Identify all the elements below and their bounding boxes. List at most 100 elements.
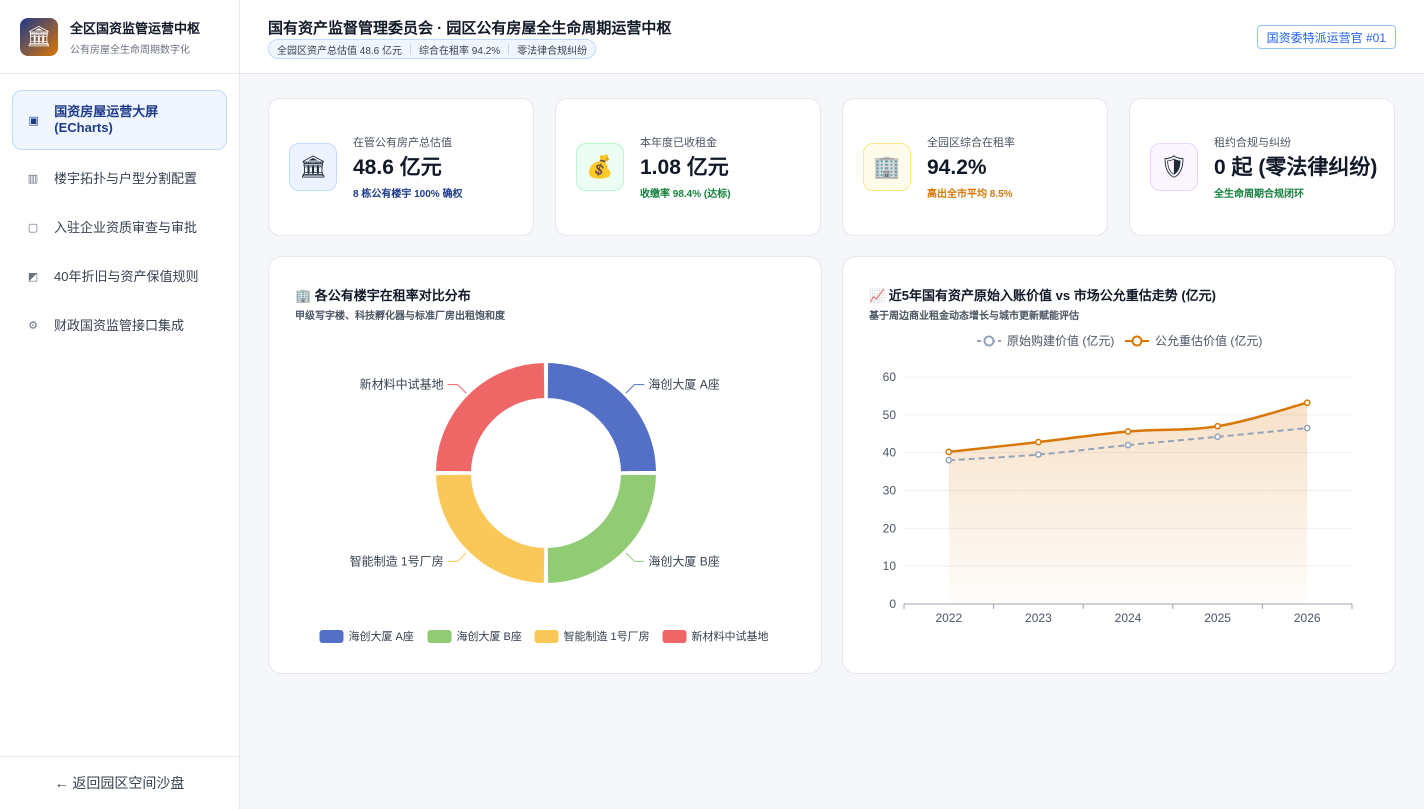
card-title: 📈 近5年国有资产原始入账价值 vs 市场公允重估走势 (亿元) (869, 288, 1216, 303)
legend-label: 智能制造 1号厂房 (564, 629, 650, 643)
pie-label: 新材料中试基地 (360, 377, 444, 392)
y-tick-label: 40 (883, 446, 897, 460)
pie-slice (434, 472, 547, 585)
document-check-icon: ▢ (27, 222, 39, 234)
kpi-value: 1.08 亿元 (640, 156, 729, 179)
legend-label: 原始购建价值 (亿元) (1007, 333, 1114, 348)
sidebar-item-dashboard[interactable]: ▣ 国资房屋运营大屏 (ECharts) (12, 90, 227, 150)
y-tick-label: 30 (883, 484, 897, 498)
occupancy-pie-card: 海创大厦 A座 海创大厦 B座 智能制造 1号厂房 新材料中试基地 海创大厦 A座 海创大… (268, 256, 822, 674)
divider (410, 44, 412, 54)
pie-slice (545, 472, 658, 585)
pie-label-line (447, 384, 467, 394)
header: 国有资产监督管理委员会 · 园区公有房屋全生命周期运营中枢 全园区资产总估值 4… (240, 0, 1424, 74)
data-point (1214, 422, 1221, 430)
pie-label: 智能制造 1号厂房 (350, 553, 444, 568)
legend-label: 新材料中试基地 (692, 629, 769, 643)
data-point (1124, 441, 1132, 449)
sidebar-item-label: 楼宇拓扑与户型分割配置 (54, 170, 198, 186)
sidebar-item-label: 财政国资监管接口集成 (54, 317, 185, 333)
pie-slice (434, 361, 547, 474)
data-point (1303, 399, 1311, 407)
data-point (1035, 451, 1042, 458)
brand-title: 全区国资监管运营中枢 (70, 20, 201, 36)
presentation-icon: ▣ (28, 114, 39, 127)
kpi-label: 本年度已收租金 (640, 137, 717, 149)
y-tick-label: 20 (883, 521, 897, 535)
building-icon: ▥ (27, 173, 39, 185)
y-tick-label: 60 (883, 370, 897, 384)
x-tick-label: 2024 (1115, 611, 1142, 625)
divider (508, 44, 510, 54)
legend-swatch (427, 630, 452, 643)
pie-slice (545, 361, 658, 474)
pie-label: 海创大厦 B座 (648, 553, 719, 568)
sidebar-item-depreciation[interactable]: ◩ 40年折旧与资产保值规则 (12, 252, 227, 301)
gear-icon: ⚙ (28, 320, 38, 332)
legend-label: 公允重估价值 (亿元) (1155, 333, 1262, 348)
kpi-note: 8 栋公有楼宇 100% 确权 (353, 189, 463, 200)
chart-icon: ◩ (27, 271, 39, 283)
sidebar-item-finance-api[interactable]: ⚙ 财政国资监管接口集成 (12, 301, 227, 350)
kpi-note: 高出全市平均 8.5% (927, 189, 1013, 200)
kpi-card-occupancy: 🏢 全园区综合在租率 94.2% 高出全市平均 8.5% (842, 98, 1108, 236)
sidebar-item-tenant-review[interactable]: ▢ 入驻企业资质审查与审批 (12, 203, 227, 252)
y-tick-label: 50 (883, 408, 897, 422)
valuation-line-card: 0 10 20 30 40 50 60 2022 2023 2024 2025 2026 原始购建价值 … (842, 256, 1396, 674)
data-point (1124, 428, 1132, 435)
x-tick-label: 2022 (935, 611, 962, 625)
legend-swatch (319, 630, 344, 643)
data-point (945, 448, 953, 456)
card-subtitle: 基于周边商业租金动态增长与城市更新赋能评估 (869, 311, 1079, 322)
sidebar-item-label: 国资房屋运营大屏 (ECharts) (54, 104, 159, 135)
kpi-value: 94.2% (927, 156, 987, 179)
kpi-label: 租约合规与纠纷 (1214, 137, 1291, 149)
kpi-card-valuation: 🏛 在管公有房产总估值 48.6 亿元 8 栋公有楼宇 100% 确权 (268, 98, 534, 236)
operator-badge[interactable]: 国资委特派运营官 #01 (1256, 25, 1396, 49)
sidebar-item-label: 40年折旧与资产保值规则 (54, 268, 199, 284)
kpi-card-rent: 💰 本年度已收租金 1.08 亿元 收缴率 98.4% (达标) (555, 98, 821, 236)
legend-label: 海创大厦 A座 (349, 629, 414, 643)
data-point (945, 456, 953, 464)
kpi-note: 全生命周期合规闭环 (1214, 189, 1304, 200)
bank-icon: 🏛 (289, 143, 337, 191)
office-building-icon: 🏢 (863, 143, 911, 191)
header-stats: 全园区资产总估值 48.6 亿元 综合在租率 94.2% 零法律合规纠纷 (268, 39, 597, 59)
brand-subtitle: 公有房屋全生命周期数字化 (70, 44, 190, 56)
back-to-sandbox-link[interactable]: ← 返回园区空间沙盘 (0, 756, 239, 809)
brand: 🏛 全区国资监管运营中枢 公有房屋全生命周期数字化 (0, 0, 239, 74)
y-tick-label: 10 (883, 559, 897, 573)
legend-marker (1131, 335, 1143, 347)
page-title: 国有资产监督管理委员会 · 园区公有房屋全生命周期运营中枢 (268, 20, 672, 37)
money-bag-icon: 💰 (576, 143, 624, 191)
sidebar-item-label: 入驻企业资质审查与审批 (54, 219, 198, 235)
kpi-label: 在管公有房产总估值 (353, 137, 452, 149)
card-subtitle: 甲级写字楼、科技孵化器与标准厂房出租饱和度 (295, 311, 505, 322)
pie-label-line (625, 384, 645, 394)
kpi-label: 全园区综合在租率 (927, 137, 1015, 149)
legend-swatch (662, 630, 687, 643)
kpi-card-compliance: 🛡 租约合规与纠纷 0 起 (零法律纠纷) 全生命周期合规闭环 (1129, 98, 1395, 236)
shield-icon: 🛡 (1150, 143, 1198, 191)
card-title: 🏢 各公有楼宇在租率对比分布 (295, 288, 471, 303)
kpi-note: 收缴率 98.4% (达标) (640, 189, 731, 200)
legend-label: 海创大厦 B座 (457, 629, 522, 643)
data-point (1214, 433, 1221, 441)
y-tick-label: 0 (889, 597, 896, 611)
pie-label-line (625, 552, 645, 562)
x-tick-label: 2026 (1294, 611, 1321, 625)
legend-swatch (534, 630, 559, 643)
header-stat: 零法律合规纠纷 (517, 45, 588, 57)
legend-marker (983, 335, 995, 347)
bank-icon: 🏛 (20, 17, 58, 56)
x-tick-label: 2023 (1025, 611, 1052, 625)
sidebar-nav: ▣ 国资房屋运营大屏 (ECharts) ▥ 楼宇拓扑与户型分割配置 ▢ 入驻企… (0, 74, 239, 366)
pie-label-line (447, 552, 467, 562)
header-stat: 全园区资产总估值 48.6 亿元 (277, 45, 403, 57)
header-stat: 综合在租率 94.2% (419, 45, 501, 57)
kpi-value: 48.6 亿元 (353, 156, 442, 179)
x-tick-label: 2025 (1204, 611, 1231, 625)
sidebar: 🏛 全区国资监管运营中枢 公有房屋全生命周期数字化 ▣ 国资房屋运营大屏 (EC… (0, 0, 240, 809)
sidebar-item-building-topology[interactable]: ▥ 楼宇拓扑与户型分割配置 (12, 154, 227, 203)
data-point (1035, 438, 1042, 446)
